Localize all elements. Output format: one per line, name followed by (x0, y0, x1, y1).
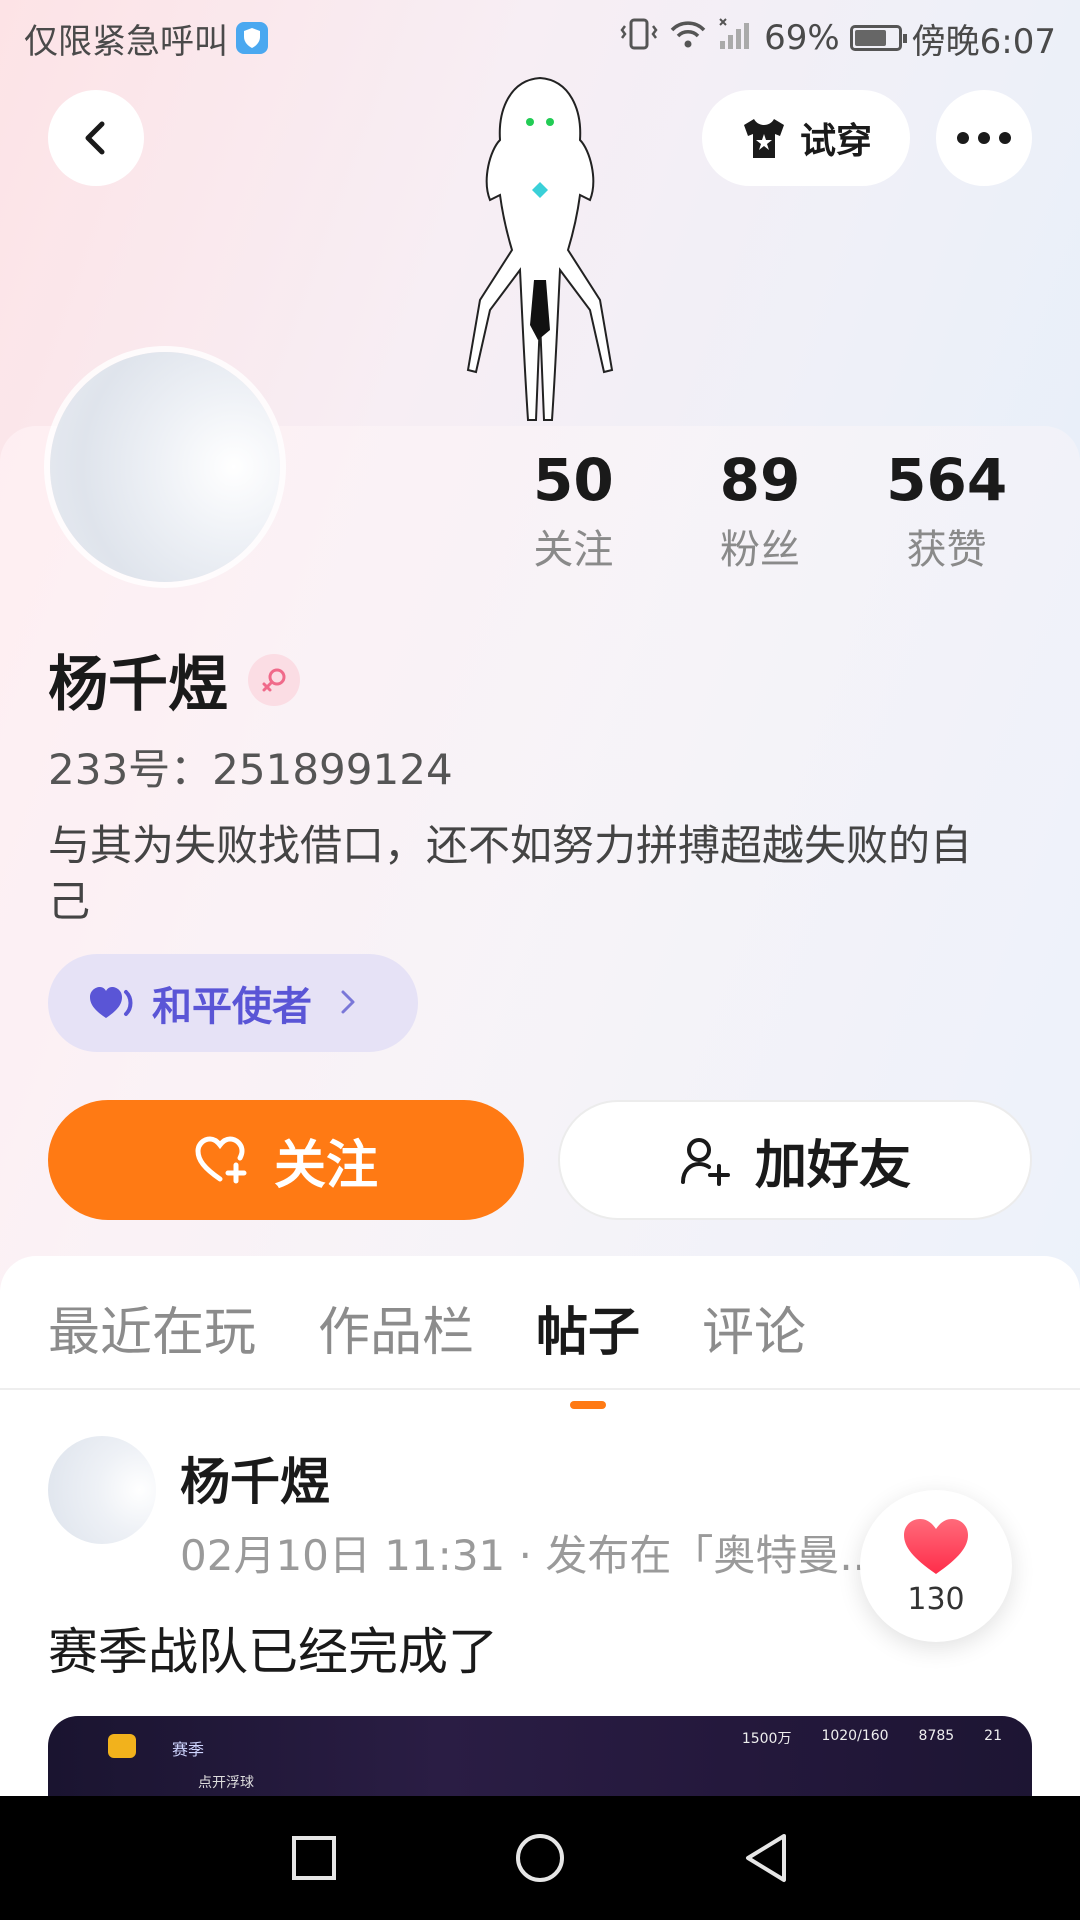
home-icon[interactable] (514, 1832, 566, 1884)
post-image-stats: 1500万 1020/160 8785 21 (742, 1728, 1002, 1748)
back-button[interactable] (48, 90, 144, 186)
female-gender-icon (248, 653, 300, 706)
wifi-icon (668, 18, 708, 59)
stat-likes-label: 获赞 (906, 527, 987, 573)
follow-button[interactable]: 关注 (48, 1100, 524, 1220)
stat-following[interactable]: 50 关注 (480, 440, 667, 580)
status-right: 69% 傍晚6:07 (620, 14, 1056, 63)
stat-following-label: 关注 (533, 527, 614, 573)
battery-percent: 69% (764, 18, 840, 58)
clock-time: 傍晚6:07 (911, 21, 1056, 62)
game-logo-icon (108, 1734, 136, 1758)
profile-name: 杨千煜 (48, 650, 228, 720)
post-image-level: 21 (984, 1728, 1002, 1744)
post-image-coins: 1500万 (741, 1731, 792, 1747)
back-arrow-icon (85, 121, 105, 155)
stat-followers-label: 粉丝 (720, 527, 800, 573)
follow-label: 关注 (273, 1135, 378, 1196)
tab-posts[interactable]: 帖子 (536, 1290, 640, 1409)
chevron-right-icon (340, 983, 356, 1024)
title-tag-label: 和平使者 (152, 984, 312, 1030)
post-image[interactable]: 赛季 1500万 1020/160 8785 21 点开浮球 (48, 1716, 1032, 1796)
profile-tabs: 最近在玩 作品栏 帖子 评论 (48, 1290, 806, 1409)
post-image-float-label: 点开浮球 (198, 1775, 254, 1791)
tab-recently-played[interactable]: 最近在玩 (48, 1290, 256, 1365)
post-image-energy: 1020/160 (821, 1728, 889, 1744)
vibrate-icon (620, 17, 658, 60)
tabs-divider (0, 1388, 1080, 1390)
stat-likes-count: 564 (886, 446, 1008, 514)
user-avatar[interactable] (50, 352, 280, 582)
back-triangle-icon[interactable] (742, 1832, 790, 1884)
avatar-character-figure (420, 70, 660, 430)
try-on-label: 试穿 (799, 121, 872, 162)
status-left: 仅限紧急呼叫 (24, 14, 268, 63)
tshirt-icon (743, 119, 784, 158)
more-button[interactable] (936, 90, 1032, 186)
status-bar: 仅限紧急呼叫 69% 傍晚6:07 (0, 0, 1080, 76)
shield-icon (236, 22, 268, 54)
system-nav-bar (0, 1796, 1080, 1920)
stat-followers[interactable]: 89 粉丝 (667, 440, 854, 580)
add-user-icon (680, 1138, 730, 1186)
post-image-gems: 8785 (918, 1728, 955, 1744)
add-friend-button[interactable]: 加好友 (558, 1100, 1032, 1220)
tab-comments[interactable]: 评论 (702, 1290, 806, 1365)
post-author-avatar[interactable] (48, 1436, 156, 1544)
like-button[interactable]: 130 (860, 1490, 1012, 1642)
try-on-button[interactable]: 试穿 (702, 90, 910, 186)
heart-badge-icon (90, 987, 133, 1018)
stat-likes[interactable]: 564 获赞 (853, 440, 1040, 580)
profile-stats: 50 关注 89 粉丝 564 获赞 (480, 440, 1040, 580)
heart-plus-icon (195, 1136, 247, 1184)
emergency-call-text: 仅限紧急呼叫 (24, 21, 228, 62)
heart-icon (904, 1518, 968, 1574)
like-count: 130 (907, 1581, 965, 1617)
battery-icon (849, 25, 907, 51)
post-text[interactable]: 赛季战队已经完成了 (48, 1612, 498, 1684)
signal-icon (718, 17, 754, 60)
user-id: 233号：251899124 (48, 745, 453, 794)
post-author-name[interactable]: 杨千煜 (180, 1442, 330, 1514)
add-friend-label: 加好友 (754, 1135, 911, 1196)
tab-works[interactable]: 作品栏 (318, 1290, 474, 1365)
stat-following-count: 50 (532, 446, 614, 514)
name-row: 杨千煜 (48, 636, 300, 723)
post-image-season: 赛季 (172, 1740, 205, 1759)
user-bio: 与其为失败找借口，还不如努力拼搏超越失败的自己 (48, 821, 973, 926)
title-tag-button[interactable]: 和平使者 (48, 954, 418, 1052)
more-dots-icon (957, 132, 1011, 144)
stat-followers-count: 89 (719, 446, 801, 514)
recent-apps-icon[interactable] (290, 1834, 338, 1882)
